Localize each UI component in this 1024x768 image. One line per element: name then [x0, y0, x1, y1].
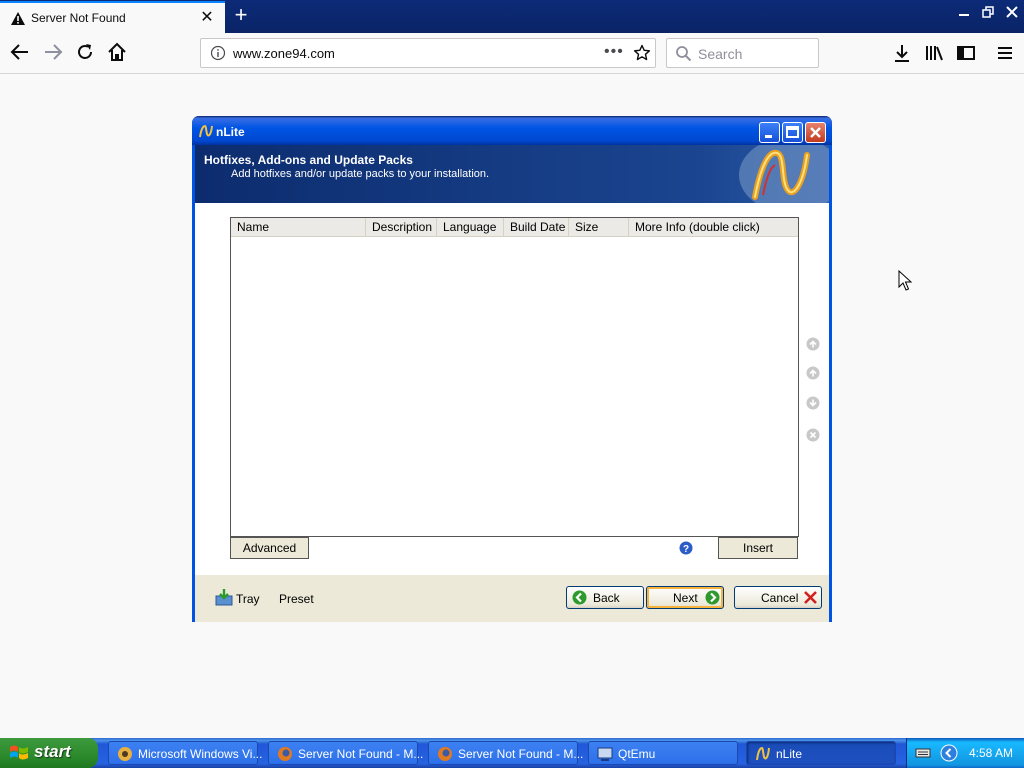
taskbar: start Microsoft Windows Vi... Server Not…: [0, 738, 1024, 768]
forward-arrow-icon[interactable]: [40, 41, 66, 67]
navigation-bar: www.zone94.com ••• Search: [0, 33, 1024, 74]
taskbar-item-label: Server Not Found - M...: [298, 747, 424, 761]
dialog-close-button[interactable]: [805, 122, 826, 143]
cancel-label: Cancel: [761, 591, 799, 605]
header-title: Hotfixes, Add-ons and Update Packs: [204, 153, 413, 167]
media-icon: [118, 747, 132, 761]
column-more-info[interactable]: More Info (double click): [629, 218, 798, 237]
dialog-titlebar[interactable]: nLite: [192, 116, 832, 145]
close-window-icon[interactable]: [1002, 5, 1022, 23]
sidebar-icon[interactable]: [955, 42, 977, 64]
search-bar[interactable]: Search: [666, 38, 819, 68]
start-label: start: [34, 742, 71, 761]
column-size[interactable]: Size: [569, 218, 629, 237]
firefox-icon: [278, 747, 292, 761]
dialog-title: nLite: [216, 125, 245, 139]
remove-icon[interactable]: [806, 428, 820, 442]
system-tray: 4:58 AM: [906, 738, 1024, 768]
search-icon: [676, 46, 692, 62]
move-top-icon[interactable]: [806, 337, 820, 351]
column-description[interactable]: Description: [366, 218, 437, 237]
insert-button[interactable]: Insert: [718, 537, 798, 559]
move-up-icon[interactable]: [806, 366, 820, 380]
dialog-header: Hotfixes, Add-ons and Update Packs Add h…: [195, 145, 829, 203]
search-placeholder: Search: [698, 46, 743, 62]
next-label: Next: [673, 591, 698, 605]
windows-flag-icon: [10, 745, 28, 760]
dialog-maximize-button[interactable]: [782, 122, 803, 143]
info-icon[interactable]: [210, 45, 226, 61]
dialog-footer: Tray Preset Back Next Cancel: [195, 574, 829, 622]
taskbar-item-firefox-1[interactable]: Server Not Found - M...: [268, 741, 423, 765]
nlite-icon: [199, 124, 213, 138]
reload-icon[interactable]: [72, 41, 98, 67]
qtemu-icon: [597, 747, 613, 761]
new-tab-icon[interactable]: +: [231, 4, 251, 26]
nlite-icon: [756, 746, 770, 761]
advanced-button[interactable]: Advanced: [230, 537, 309, 559]
taskbar-item-firefox-2[interactable]: Server Not Found - M...: [428, 741, 583, 765]
tray-icon[interactable]: [215, 588, 233, 606]
firefox-icon: [438, 747, 452, 761]
taskbar-item-label: Server Not Found - M...: [458, 747, 584, 761]
hotfix-list[interactable]: Name Description Language Build Date Siz…: [230, 217, 799, 537]
downloads-icon[interactable]: [891, 42, 913, 64]
minimize-window-icon[interactable]: [954, 5, 974, 23]
tab-strip: Server Not Found ✕ +: [0, 0, 1024, 33]
taskbar-item-label: QtEmu: [618, 747, 656, 761]
start-button[interactable]: start: [0, 738, 98, 768]
taskbar-item-qtemu[interactable]: QtEmu: [588, 741, 738, 765]
bookmark-star-icon[interactable]: [633, 44, 651, 62]
back-label: Back: [593, 591, 620, 605]
header-subtitle: Add hotfixes and/or update packs to your…: [231, 168, 490, 180]
url-text[interactable]: www.zone94.com: [233, 46, 335, 61]
list-header: Name Description Language Build Date Siz…: [231, 218, 798, 237]
column-name[interactable]: Name: [231, 218, 366, 237]
next-button[interactable]: Next: [646, 586, 724, 609]
tray-expand-icon[interactable]: [939, 744, 959, 762]
column-language[interactable]: Language: [437, 218, 504, 237]
dialog-body: Name Description Language Build Date Siz…: [195, 203, 829, 574]
tray-link[interactable]: Tray: [236, 592, 260, 606]
taskbar-item-media[interactable]: Microsoft Windows Vi...: [108, 741, 262, 765]
back-arrow-icon[interactable]: [7, 41, 33, 67]
back-arrow-green-icon: [572, 590, 587, 605]
back-button[interactable]: Back: [566, 586, 644, 609]
nlite-logo-icon: [739, 145, 829, 203]
taskbar-item-label: Microsoft Windows Vi...: [138, 747, 263, 761]
page-actions-icon[interactable]: •••: [604, 43, 624, 61]
preset-link[interactable]: Preset: [279, 592, 314, 606]
move-down-icon[interactable]: [806, 396, 820, 410]
restore-window-icon[interactable]: [978, 5, 998, 23]
home-icon[interactable]: [104, 41, 130, 67]
tab-title: Server Not Found: [31, 11, 126, 25]
mouse-cursor-icon: [898, 270, 912, 291]
column-build-date[interactable]: Build Date: [504, 218, 569, 237]
cancel-button[interactable]: Cancel: [734, 586, 822, 609]
svg-text:?: ?: [683, 544, 689, 555]
nlite-dialog: nLite Hotfixes, Add-ons and Update Packs…: [192, 116, 832, 622]
browser-tab[interactable]: Server Not Found ✕: [0, 1, 225, 33]
warning-icon: [11, 12, 25, 25]
library-icon[interactable]: [923, 42, 945, 64]
taskbar-clock: 4:58 AM: [969, 746, 1014, 760]
menu-hamburger-icon[interactable]: [994, 42, 1016, 64]
next-arrow-green-icon: [705, 590, 720, 605]
taskbar-item-nlite[interactable]: nLite: [746, 741, 896, 765]
help-icon[interactable]: ?: [679, 541, 693, 555]
cancel-x-icon: [804, 591, 817, 604]
url-bar[interactable]: www.zone94.com •••: [200, 38, 656, 68]
taskbar-item-label: nLite: [776, 747, 803, 761]
keyboard-icon[interactable]: [915, 746, 931, 760]
tab-close-icon[interactable]: ✕: [199, 10, 215, 26]
dialog-minimize-button[interactable]: [759, 122, 780, 143]
